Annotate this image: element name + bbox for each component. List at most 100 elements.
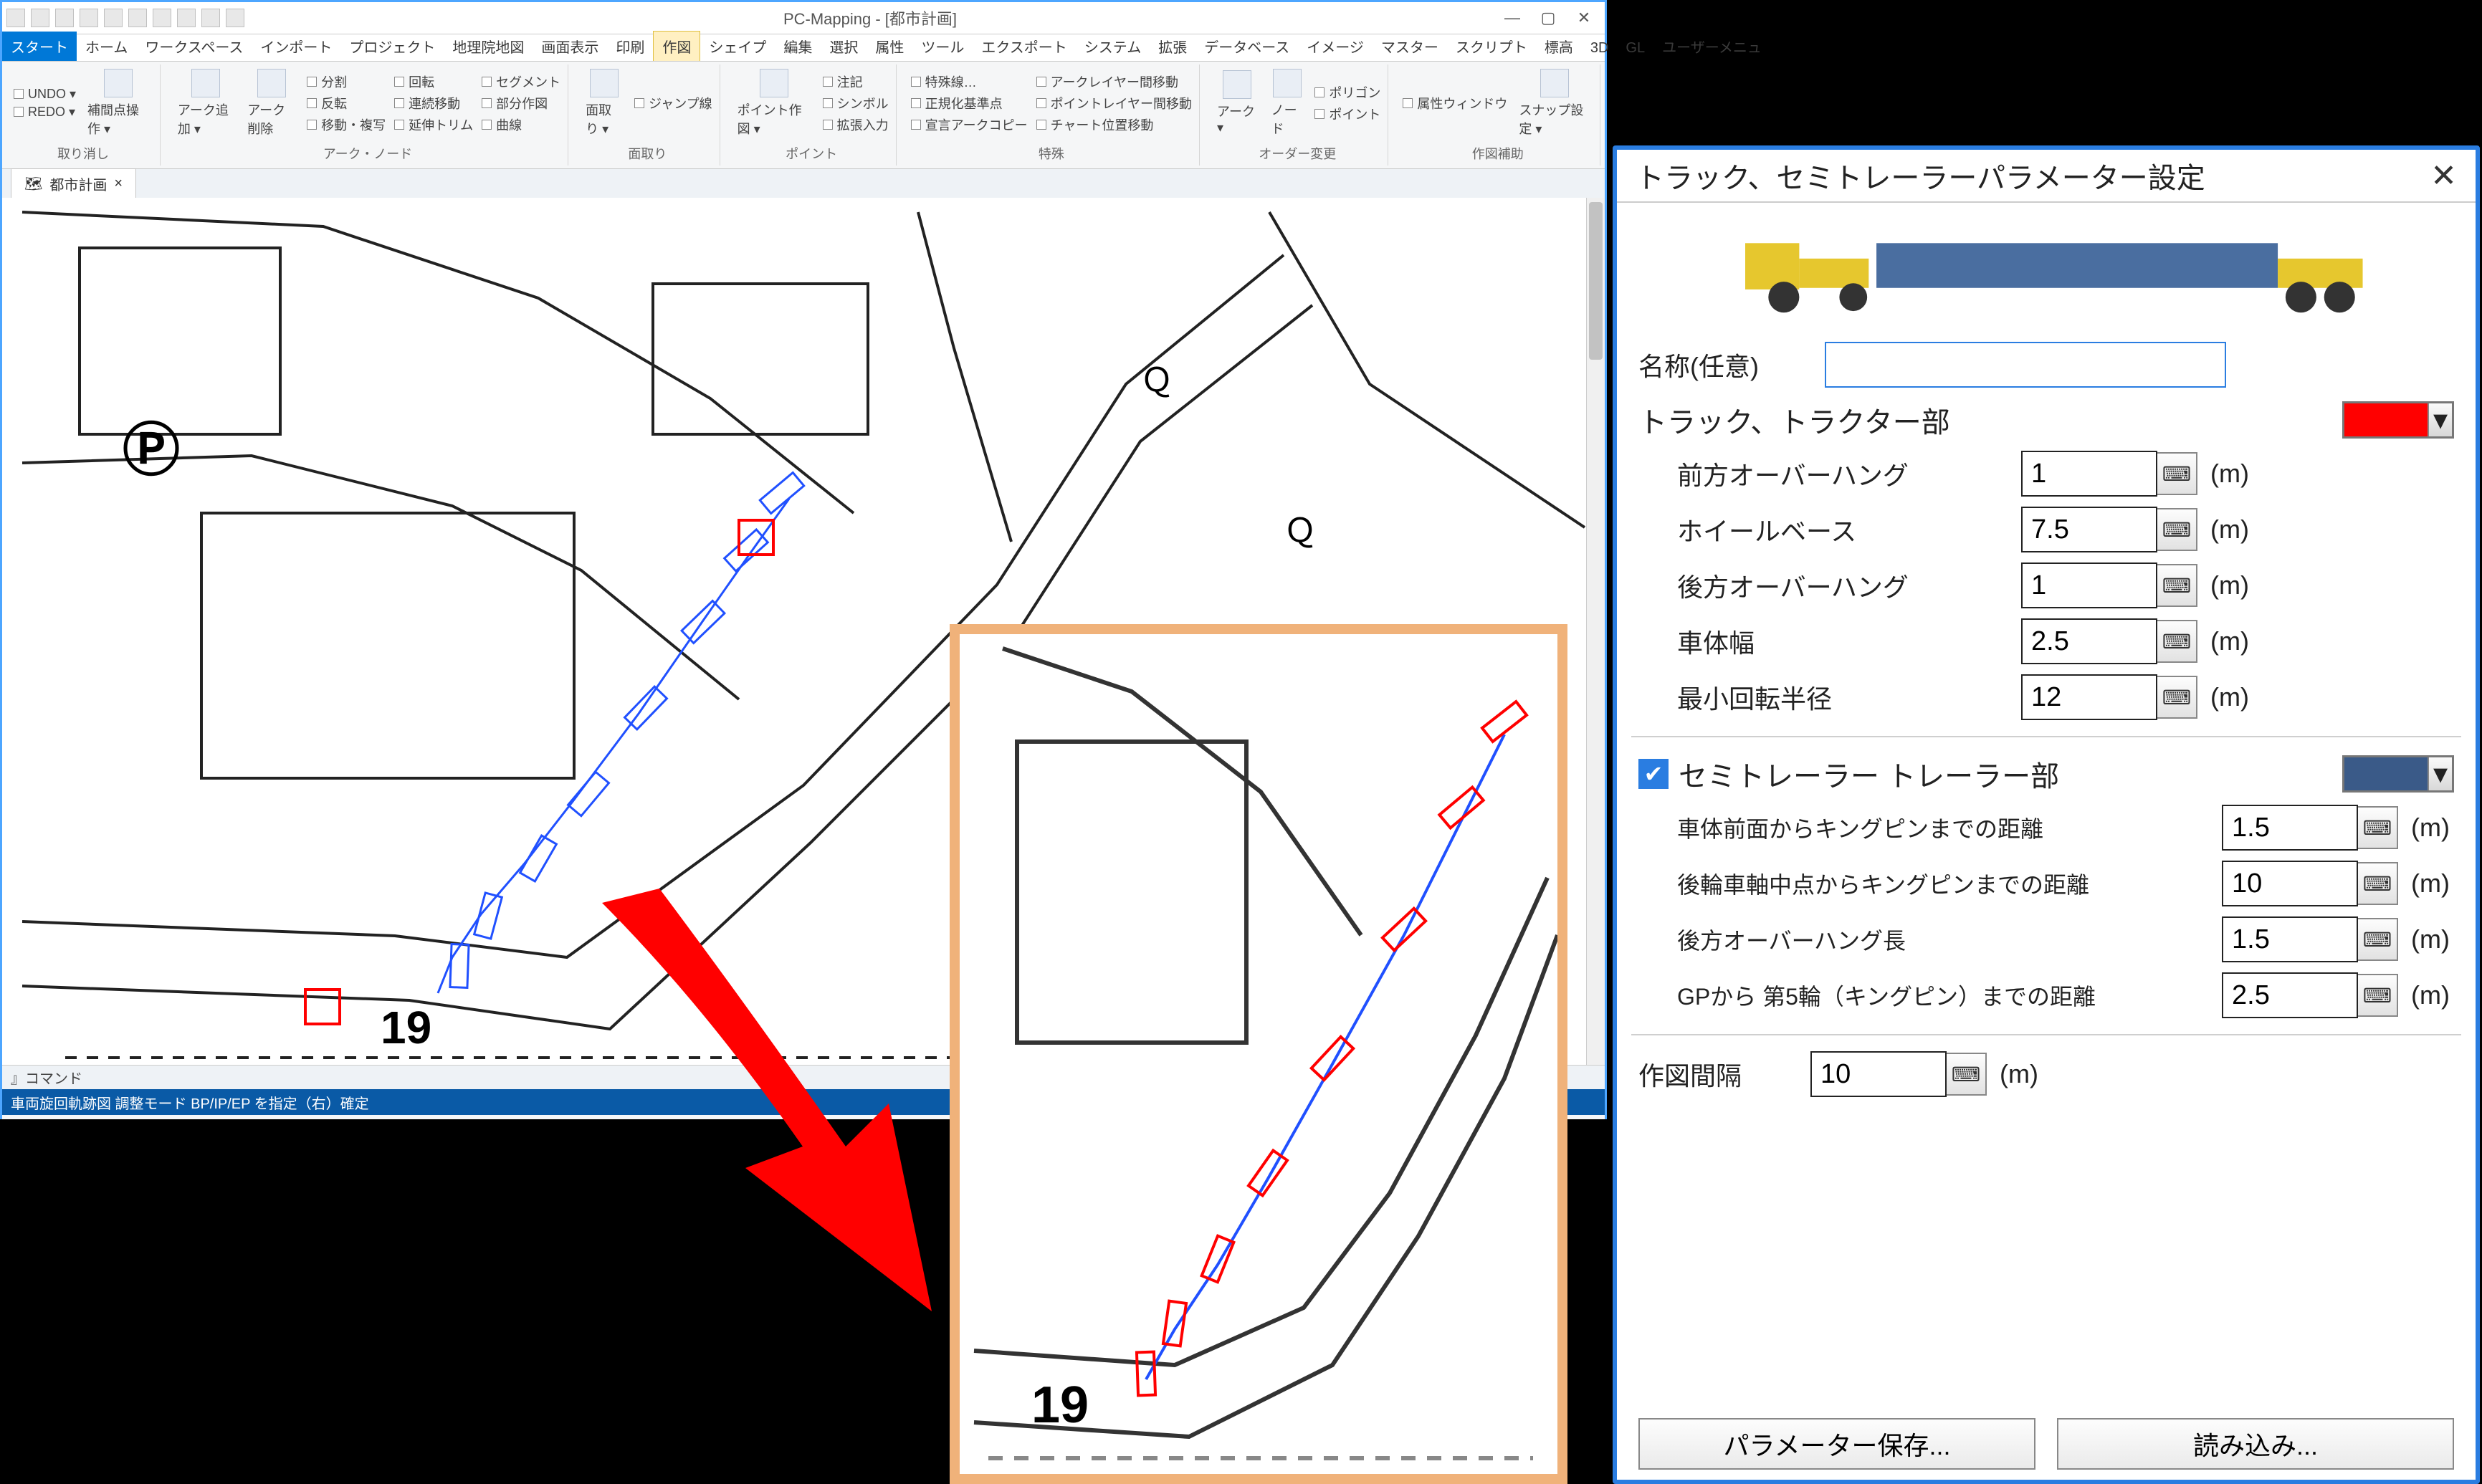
ribbon-button[interactable]: アーク削除 <box>244 66 298 140</box>
close-button[interactable]: ✕ <box>1567 7 1600 29</box>
param-input[interactable] <box>2021 451 2157 497</box>
param-input[interactable] <box>2222 972 2358 1018</box>
ribbon-item[interactable]: シンボル <box>823 94 889 113</box>
calculator-icon[interactable]: ⌨ <box>2157 508 2197 551</box>
ribbon-button[interactable]: ポイント作図 ▾ <box>735 66 814 140</box>
scrollbar-thumb[interactable] <box>1589 202 1603 360</box>
qat-icon[interactable] <box>104 9 123 27</box>
vertical-scrollbar[interactable] <box>1586 198 1605 1065</box>
param-input[interactable] <box>2222 916 2358 962</box>
ribbon-item[interactable]: ポイントレイヤー間移動 <box>1036 94 1192 113</box>
trailer-checkbox[interactable]: ✔ <box>1638 759 1669 789</box>
dialog-close-button[interactable]: ✕ <box>2430 158 2457 194</box>
ribbon-tab[interactable]: ホーム <box>77 32 136 61</box>
calculator-icon[interactable]: ⌨ <box>2358 806 2398 849</box>
ribbon-item[interactable]: セグメント <box>482 72 560 91</box>
ribbon-item[interactable]: UNDO ▾ <box>14 87 76 102</box>
calculator-icon[interactable]: ⌨ <box>2157 620 2197 663</box>
ribbon-tab[interactable]: エクスポート <box>973 32 1075 61</box>
interval-input[interactable] <box>1810 1051 1947 1097</box>
ribbon-item[interactable]: 延伸トリム <box>394 115 473 134</box>
ribbon-button[interactable]: ノード <box>1269 66 1307 140</box>
ribbon-item[interactable]: 宣言アークコピー <box>911 115 1028 134</box>
qat-icon[interactable] <box>177 9 196 27</box>
ribbon-button[interactable]: アーク ▾ <box>1214 67 1260 138</box>
calculator-icon[interactable]: ⌨ <box>1947 1053 1987 1096</box>
maximize-button[interactable]: ▢ <box>1532 7 1565 29</box>
ribbon-tab[interactable]: GL <box>1617 36 1653 61</box>
ribbon-tab[interactable]: 地理院地図 <box>444 32 533 61</box>
ribbon-item[interactable]: 部分作図 <box>482 94 560 113</box>
ribbon-tab[interactable]: ユーザーメニュ <box>1653 32 1770 61</box>
ribbon-tab[interactable]: 画面表示 <box>533 32 607 61</box>
param-input[interactable] <box>2222 805 2358 851</box>
ribbon-button[interactable]: スナップ設定 ▾ <box>1516 66 1593 140</box>
ribbon-item[interactable]: REDO ▾ <box>14 105 76 120</box>
ribbon-tab-start[interactable]: スタート <box>2 32 77 61</box>
ribbon-tab[interactable]: 編集 <box>775 32 821 61</box>
minimize-button[interactable]: — <box>1496 7 1529 29</box>
ribbon-tab[interactable]: シェイプ <box>700 32 775 61</box>
ribbon-tab[interactable]: インポート <box>252 32 340 61</box>
save-parameters-button[interactable]: パラメーター保存... <box>1638 1418 2035 1470</box>
name-input[interactable] <box>1825 342 2226 388</box>
param-input[interactable] <box>2222 861 2358 906</box>
qat-icon[interactable] <box>6 9 25 27</box>
param-input[interactable] <box>2021 563 2157 608</box>
ribbon-tab[interactable]: 印刷 <box>607 32 653 61</box>
ribbon-tab[interactable]: 3D <box>1582 36 1618 61</box>
ribbon-tab[interactable]: ツール <box>912 32 973 61</box>
ribbon-button[interactable]: 面取り ▾ <box>583 66 626 140</box>
qat-icon[interactable] <box>153 9 171 27</box>
trailer-color-picker[interactable]: ▾ <box>2342 755 2454 793</box>
ribbon-item[interactable]: 回転 <box>394 72 473 91</box>
ribbon-tab[interactable]: プロジェクト <box>340 32 444 61</box>
qat-icon[interactable] <box>128 9 147 27</box>
ribbon-item[interactable]: 属性ウィンドウ <box>1403 94 1507 113</box>
calculator-icon[interactable]: ⌨ <box>2358 974 2398 1017</box>
document-tab[interactable]: 🗺 都市計画 × <box>11 168 136 198</box>
ribbon-tab[interactable]: 標高 <box>1536 32 1582 61</box>
calculator-icon[interactable]: ⌨ <box>2157 564 2197 607</box>
ribbon-tab[interactable]: 選択 <box>821 32 867 61</box>
ribbon-item[interactable]: 分割 <box>307 72 386 91</box>
qat-icon[interactable] <box>226 9 244 27</box>
ribbon-item[interactable]: チャート位置移動 <box>1036 115 1192 134</box>
calculator-icon[interactable]: ⌨ <box>2358 862 2398 905</box>
truck-color-picker[interactable]: ▾ <box>2342 401 2454 439</box>
ribbon-tab[interactable]: マスター <box>1373 32 1447 61</box>
ribbon-item[interactable]: 曲線 <box>482 115 560 134</box>
ribbon-item[interactable]: 注記 <box>823 72 889 91</box>
ribbon-item[interactable]: アークレイヤー間移動 <box>1036 72 1192 91</box>
calculator-icon[interactable]: ⌨ <box>2358 918 2398 961</box>
ribbon-item[interactable]: 特殊線… <box>911 72 1028 91</box>
ribbon-button[interactable]: 補間点操作 ▾ <box>85 66 153 140</box>
ribbon-item[interactable]: ジャンプ線 <box>634 94 712 113</box>
ribbon-item[interactable]: 正規化基準点 <box>911 94 1028 113</box>
ribbon-button[interactable]: アーク追加 ▾ <box>175 66 236 140</box>
qat-icon[interactable] <box>201 9 220 27</box>
ribbon-tab[interactable]: スクリプト <box>1447 32 1536 61</box>
ribbon-tab[interactable]: ワークスペース <box>136 32 252 61</box>
ribbon-tab[interactable]: システム <box>1076 32 1150 61</box>
ribbon-tab[interactable]: データベース <box>1195 32 1298 61</box>
qat-icon[interactable] <box>31 9 49 27</box>
qat-icon[interactable] <box>55 9 74 27</box>
ribbon-item[interactable]: 移動・複写 <box>307 115 386 134</box>
ribbon-item[interactable]: ポリゴン <box>1314 83 1380 102</box>
ribbon-item[interactable]: 反転 <box>307 94 386 113</box>
ribbon-tab[interactable]: イメージ <box>1298 32 1373 61</box>
calculator-icon[interactable]: ⌨ <box>2157 452 2197 495</box>
close-icon[interactable]: × <box>114 176 123 192</box>
param-input[interactable] <box>2021 674 2157 720</box>
ribbon-tab[interactable]: 属性 <box>867 32 912 61</box>
ribbon-item[interactable]: ポイント <box>1314 105 1380 123</box>
calculator-icon[interactable]: ⌨ <box>2157 676 2197 719</box>
load-parameters-button[interactable]: 読み込み... <box>2057 1418 2454 1470</box>
ribbon-item[interactable]: 連続移動 <box>394 94 473 113</box>
param-input[interactable] <box>2021 618 2157 664</box>
ribbon-tab-active[interactable]: 作図 <box>653 31 700 61</box>
ribbon-tab[interactable]: 拡張 <box>1150 32 1195 61</box>
qat-icon[interactable] <box>80 9 98 27</box>
ribbon-item[interactable]: 拡張入力 <box>823 115 889 134</box>
